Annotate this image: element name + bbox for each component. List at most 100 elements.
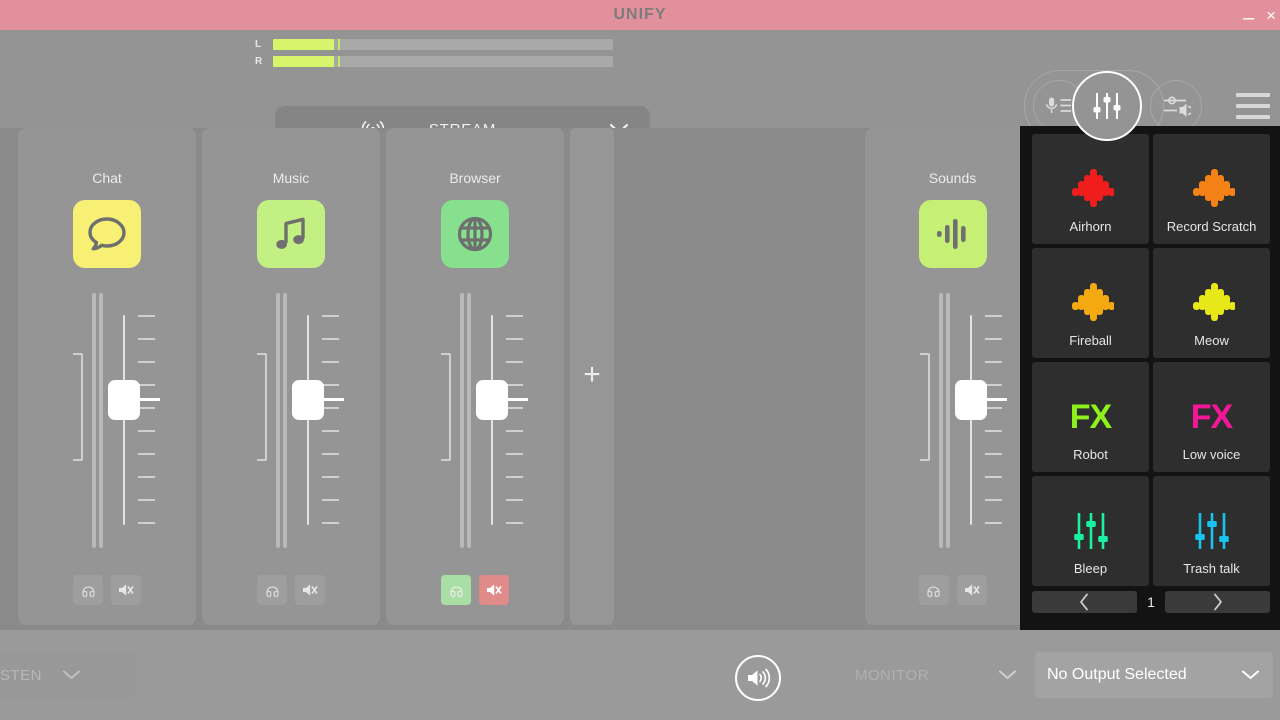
hamburger-line xyxy=(1236,93,1270,97)
fader-tick xyxy=(322,522,339,524)
add-channel-button[interactable]: + xyxy=(570,128,614,625)
mute-button[interactable] xyxy=(295,575,325,605)
fader-rail xyxy=(491,315,493,525)
hamburger-menu-icon[interactable] xyxy=(1236,93,1270,119)
master-vu-meter: L R xyxy=(255,38,640,70)
channel-meter-bar xyxy=(946,293,950,548)
vu-label-right: R xyxy=(255,56,263,67)
fader-ticks xyxy=(322,315,339,525)
vu-track-left xyxy=(273,39,613,50)
volume-fader[interactable] xyxy=(865,293,1040,553)
next-page-button[interactable] xyxy=(1165,591,1270,613)
mixer-icon[interactable] xyxy=(1072,71,1142,141)
fader-knob[interactable] xyxy=(292,379,324,420)
chat-bubble-icon[interactable] xyxy=(73,200,141,268)
volume-fader[interactable] xyxy=(202,293,380,553)
channel-buttons xyxy=(202,575,380,605)
channel-meter-bar xyxy=(283,293,287,548)
fader-tick xyxy=(138,522,155,524)
hamburger-line xyxy=(1236,104,1270,108)
monitor-select[interactable]: MONITOR xyxy=(840,652,1030,698)
output-level-icon[interactable] xyxy=(1150,80,1202,132)
chevron-down-icon[interactable] xyxy=(1242,670,1259,680)
channel-meter-bar xyxy=(276,293,280,548)
mute-button[interactable] xyxy=(111,575,141,605)
soundboard-tile[interactable]: Airhorn xyxy=(1032,134,1149,244)
waveform-icon[interactable] xyxy=(918,200,987,268)
listen-device-select[interactable]: STEN xyxy=(0,652,135,698)
speaker-on-icon[interactable] xyxy=(735,655,781,701)
mute-button[interactable] xyxy=(479,575,509,605)
listen-button[interactable] xyxy=(918,575,949,605)
volume-fader[interactable] xyxy=(18,293,196,553)
fader-tick xyxy=(506,476,523,478)
fader-tick xyxy=(506,430,523,432)
fader-tick xyxy=(985,476,1002,478)
soundboard-tile-label: Trash talk xyxy=(1183,561,1240,576)
soundboard-tile-label: Low voice xyxy=(1182,447,1241,462)
fader-tick xyxy=(506,384,523,386)
fx-icon: FX xyxy=(1190,386,1233,448)
chevron-down-icon[interactable] xyxy=(63,670,80,680)
fader-rail xyxy=(123,315,125,525)
chevron-down-icon[interactable] xyxy=(999,670,1016,680)
vu-row-right: R xyxy=(255,55,640,68)
listen-button[interactable] xyxy=(441,575,471,605)
fader-bracket xyxy=(920,353,930,461)
output-device-select[interactable]: No Output Selected xyxy=(1035,652,1273,698)
channel-strip-chat[interactable]: Chat xyxy=(18,128,196,625)
fader-tick xyxy=(985,453,1002,455)
channel-meter-bar xyxy=(99,293,103,548)
fader-tick xyxy=(322,499,339,501)
hamburger-line xyxy=(1236,115,1270,119)
fader-rail xyxy=(307,315,309,525)
soundboard-tile-label: Record Scratch xyxy=(1166,219,1257,234)
fader-knob-line xyxy=(324,398,344,402)
minimize-button[interactable]: – xyxy=(1243,8,1254,28)
prev-page-button[interactable] xyxy=(1032,591,1137,613)
fader-tick xyxy=(138,407,155,409)
fader-tick xyxy=(322,407,339,409)
soundboard-tile[interactable]: Meow xyxy=(1153,248,1270,358)
channel-strip-music[interactable]: Music xyxy=(202,128,380,625)
fader-tick xyxy=(138,384,155,386)
soundboard-tile-label: Fireball xyxy=(1069,333,1112,348)
fader-ticks xyxy=(506,315,523,525)
soundboard-tile[interactable]: Record Scratch xyxy=(1153,134,1270,244)
fader-knob-line xyxy=(508,398,528,402)
fader-knob[interactable] xyxy=(108,379,140,420)
channel-strip-browser[interactable]: Browser xyxy=(386,128,564,625)
channel-buttons xyxy=(386,575,564,605)
fader-knob[interactable] xyxy=(955,379,987,420)
listen-button[interactable] xyxy=(257,575,287,605)
channel-name: Browser xyxy=(449,170,501,186)
soundboard-tile[interactable]: FX Low voice xyxy=(1153,362,1270,472)
soundboard-tile[interactable]: Bleep xyxy=(1032,476,1149,586)
fader-tick xyxy=(985,499,1002,501)
fader-knob[interactable] xyxy=(476,379,508,420)
fader-tick xyxy=(506,338,523,340)
waveform-icon xyxy=(1189,272,1235,334)
volume-fader[interactable] xyxy=(386,293,564,553)
channel-buttons xyxy=(18,575,196,605)
fader-tick xyxy=(322,361,339,363)
fader-tick xyxy=(322,476,339,478)
soundboard-tile[interactable]: Trash talk xyxy=(1153,476,1270,586)
fader-tick xyxy=(985,338,1002,340)
channel-name: Chat xyxy=(92,170,122,186)
fx-label: FX xyxy=(1190,398,1233,436)
mute-button[interactable] xyxy=(956,575,987,605)
fader-tick xyxy=(985,407,1002,409)
fader-tick xyxy=(985,361,1002,363)
soundboard-tile-label: Meow xyxy=(1194,333,1229,348)
fader-tick xyxy=(138,338,155,340)
close-button[interactable]: × xyxy=(1266,7,1276,24)
soundboard-tile[interactable]: Fireball xyxy=(1032,248,1149,358)
music-note-icon[interactable] xyxy=(257,200,325,268)
soundboard-tile[interactable]: FX Robot xyxy=(1032,362,1149,472)
monitor-label: MONITOR xyxy=(855,666,930,684)
listen-button[interactable] xyxy=(73,575,103,605)
channel-strip-sounds[interactable]: Sounds xyxy=(865,128,1040,625)
globe-icon[interactable] xyxy=(441,200,509,268)
page-number: 1 xyxy=(1147,594,1155,610)
